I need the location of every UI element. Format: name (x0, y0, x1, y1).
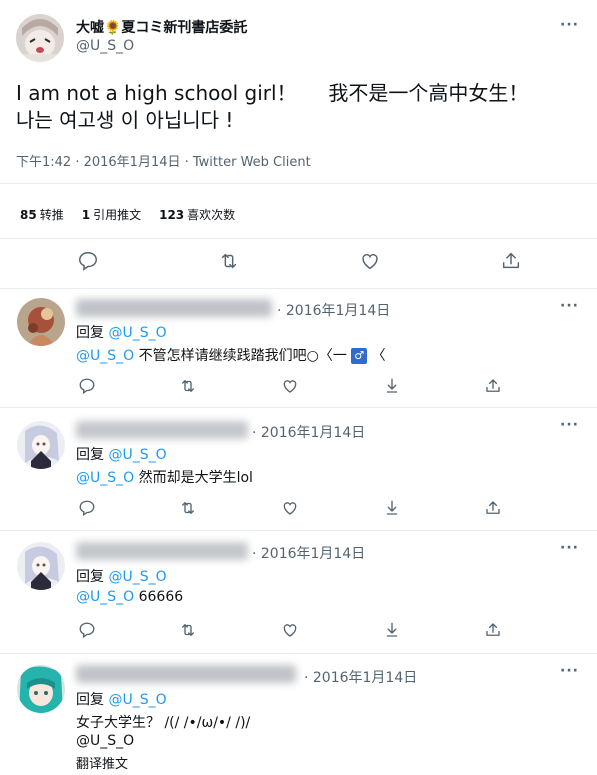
reply-tweet[interactable]: · 2016年1月14日 ··· 回复 @U_S_O @U_S_O 不管怎样请继… (0, 289, 597, 407)
tweet-stats: 85 转推 1 引用推文 123 喜欢次数 (20, 206, 235, 223)
share-icon[interactable] (500, 250, 522, 272)
reply-to: 回复 @U_S_O (76, 447, 167, 463)
share-icon[interactable] (484, 377, 502, 395)
mention-link[interactable]: @U_S_O (76, 470, 134, 486)
divider (0, 183, 597, 184)
more-icon[interactable]: ··· (560, 418, 579, 432)
display-name[interactable]: 大嘘🌻夏コミ新刊書店委託 (76, 17, 247, 37)
retweet-icon[interactable] (179, 377, 197, 395)
reply-text: @U_S_O 不管怎样请继续践踏我们吧○〈一 ♂ 〈 (76, 348, 386, 364)
reply-icon[interactable] (78, 499, 96, 517)
reply-actions (0, 377, 597, 395)
quote-count[interactable]: 1 引用推文 (82, 206, 141, 223)
tweet-meta[interactable]: 下午1:42 · 2016年1月14日 · Twitter Web Client (16, 151, 311, 170)
share-icon[interactable] (484, 499, 502, 517)
handle[interactable]: @U_S_O (76, 38, 134, 54)
blurred-user-name[interactable] (76, 421, 248, 439)
like-icon[interactable] (281, 377, 299, 395)
tweet-text: I am not a high school girl！ 我不是一个高中女生！ … (16, 81, 529, 132)
reply-to-link[interactable]: @U_S_O (108, 447, 166, 463)
share-icon[interactable] (484, 621, 502, 639)
reply-to-link[interactable]: @U_S_O (108, 569, 166, 585)
translate-tweet-link[interactable]: 翻译推文 (76, 753, 128, 772)
reply-to: 回复 @U_S_O (76, 569, 167, 585)
reply-text: 女子大学生？ /(/ /•/ω/•/ /)/ (76, 715, 251, 731)
blurred-user-name[interactable] (76, 665, 296, 683)
avatar[interactable] (17, 298, 65, 346)
like-icon[interactable] (281, 621, 299, 639)
divider (0, 238, 597, 239)
reply-icon[interactable] (77, 250, 99, 272)
mention-link[interactable]: @U_S_O (76, 348, 134, 364)
reply-actions (0, 499, 597, 517)
blurred-user-name[interactable] (76, 542, 248, 560)
reply-date[interactable]: · 2016年1月14日 (252, 422, 365, 442)
retweet-icon[interactable] (179, 621, 197, 639)
translate-icon[interactable] (383, 499, 401, 517)
retweet-icon[interactable] (218, 250, 240, 272)
like-icon[interactable] (359, 250, 381, 272)
reply-to: 回复 @U_S_O (76, 692, 167, 708)
avatar[interactable] (17, 421, 65, 469)
reply-date[interactable]: · 2016年1月14日 (252, 543, 365, 563)
like-icon[interactable] (281, 499, 299, 517)
reply-to-link[interactable]: @U_S_O (108, 692, 166, 708)
translate-icon[interactable] (383, 377, 401, 395)
mention-link[interactable]: @U_S_O (76, 733, 134, 749)
reply-text: @U_S_O 66666 (76, 589, 184, 605)
like-count[interactable]: 123 喜欢次数 (159, 206, 235, 223)
reply-actions (0, 621, 597, 639)
translate-icon[interactable] (383, 621, 401, 639)
reply-tweet[interactable]: · 2016年1月14日 ··· 回复 @U_S_O 女子大学生？ /(/ /•… (0, 654, 597, 775)
mention-link[interactable]: @U_S_O (76, 589, 134, 605)
tweet-actions (0, 250, 597, 276)
reply-date[interactable]: · 2016年1月14日 (304, 667, 417, 687)
reply-tweet[interactable]: · 2016年1月14日 ··· 回复 @U_S_O @U_S_O 然而却是大学… (0, 408, 597, 530)
more-icon[interactable]: ··· (560, 299, 579, 313)
main-tweet: 大嘘🌻夏コミ新刊書店委託 @U_S_O ··· I am not a high … (0, 0, 597, 288)
reply-to: 回复 @U_S_O (76, 325, 167, 341)
reply-to-link[interactable]: @U_S_O (108, 325, 166, 341)
avatar[interactable] (16, 14, 64, 62)
male-badge: ♂ (351, 348, 368, 364)
more-icon[interactable]: ··· (560, 541, 579, 555)
reply-tweet[interactable]: · 2016年1月14日 ··· 回复 @U_S_O @U_S_O 66666 (0, 531, 597, 653)
avatar[interactable] (17, 542, 65, 590)
retweet-icon[interactable] (179, 499, 197, 517)
more-icon[interactable]: ··· (560, 18, 579, 32)
more-icon[interactable]: ··· (560, 664, 579, 678)
reply-text: @U_S_O 然而却是大学生lol (76, 470, 253, 486)
reply-date[interactable]: · 2016年1月14日 (277, 300, 390, 320)
retweet-count[interactable]: 85 转推 (20, 206, 64, 223)
avatar[interactable] (17, 665, 65, 713)
blurred-user-name[interactable] (76, 299, 272, 317)
reply-icon[interactable] (78, 377, 96, 395)
reply-icon[interactable] (78, 621, 96, 639)
